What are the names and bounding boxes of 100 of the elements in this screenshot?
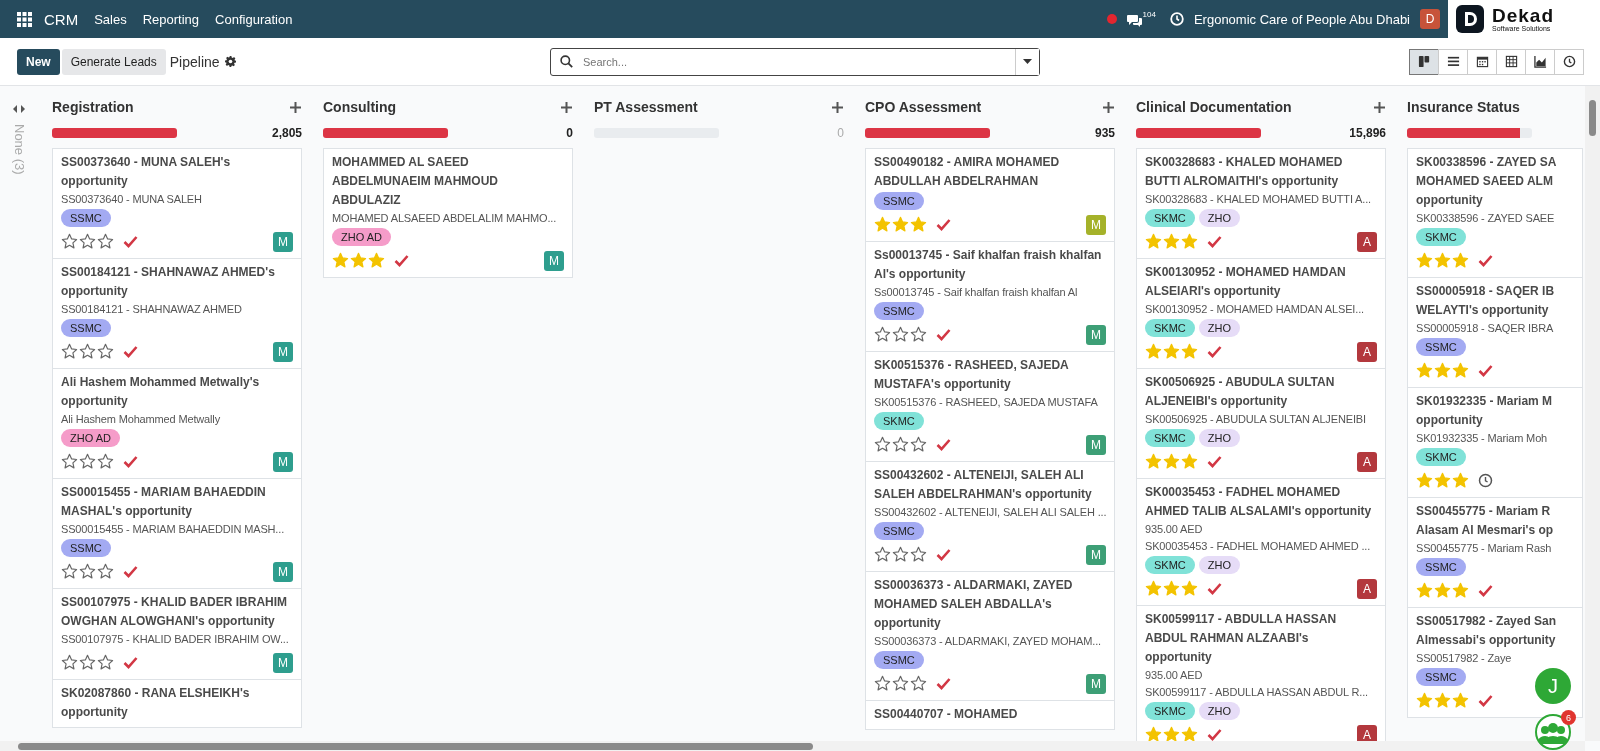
- status-dot-icon[interactable]: [1106, 14, 1117, 24]
- expand-toggle-icon[interactable]: [13, 104, 25, 114]
- company-name[interactable]: Ergonomic Care of People Abu Dhabi: [1193, 11, 1410, 27]
- view-switch-button[interactable]: [1438, 48, 1468, 75]
- settings-icon[interactable]: [224, 56, 236, 67]
- star-rating[interactable]: [1145, 233, 1198, 250]
- star-rating[interactable]: [1145, 580, 1198, 597]
- check-icon[interactable]: [936, 677, 951, 690]
- check-icon[interactable]: [936, 438, 951, 451]
- kanban-card[interactable]: SK00328683 - KHALED MOHAMED BUTTI ALROMAITHI's opportunity SK00328683 - KHALED MOHAMED BUTTI A... SKMC ZHO A: [1136, 148, 1386, 259]
- check-icon[interactable]: [1478, 254, 1493, 267]
- kanban-card[interactable]: SS00440707 - MOHAMED: [865, 701, 1115, 730]
- check-icon[interactable]: [123, 656, 138, 669]
- new-button[interactable]: New: [17, 48, 60, 75]
- user-avatar[interactable]: D: [1420, 9, 1440, 29]
- horizontal-scrollbar[interactable]: [0, 741, 1585, 751]
- apps-menu-icon[interactable]: [17, 11, 32, 27]
- add-icon[interactable]: [561, 101, 572, 113]
- check-icon[interactable]: [394, 254, 409, 267]
- view-switch-button[interactable]: [1554, 48, 1584, 75]
- star-rating[interactable]: [874, 546, 927, 563]
- kanban-card[interactable]: SS00005918 - SAQER IB WELAYTI's opportunity SS00005918 - SAQER IBRA SSMC: [1407, 278, 1583, 388]
- star-rating[interactable]: [874, 675, 927, 692]
- check-icon[interactable]: [1207, 582, 1222, 595]
- search-bar[interactable]: Search...: [550, 47, 1040, 76]
- check-icon[interactable]: [1478, 694, 1493, 707]
- check-icon[interactable]: [936, 218, 951, 231]
- chat-icon[interactable]: [1126, 14, 1142, 28]
- star-rating[interactable]: [1416, 362, 1469, 379]
- view-switch-button[interactable]: [1467, 48, 1497, 75]
- user-avatar[interactable]: A: [1357, 578, 1377, 599]
- star-rating[interactable]: [61, 654, 114, 671]
- star-rating[interactable]: [874, 436, 927, 453]
- clock-icon[interactable]: [1478, 473, 1493, 488]
- check-icon[interactable]: [123, 565, 138, 578]
- star-rating[interactable]: [1416, 472, 1469, 489]
- vertical-scrollbar[interactable]: [1585, 86, 1600, 741]
- kanban-card[interactable]: SK00515376 - RASHEED, SAJEDA MUSTAFA's opportunity SK00515376 - RASHEED, SAJEDA MUSTAFA SKMC M: [865, 352, 1115, 462]
- user-avatar[interactable]: A: [1357, 231, 1377, 252]
- star-rating[interactable]: [61, 563, 114, 580]
- star-rating[interactable]: [61, 453, 114, 470]
- kanban-card[interactable]: SK00599117 - ABDULLA HASSAN ABDUL RAHMAN ALZAABI's opportunity 935.00 AED SK00599117 - ABDULLA HASSAN ABDUL R... SKMC ZHO A: [1136, 606, 1386, 741]
- kanban-card[interactable]: SS00432602 - ALTENEIJI, SALEH ALI SALEH ABDELRAHMAN's opportunity SS00432602 - ALTENEIJI, SALEH ALI SALEH ... SSMC M: [865, 462, 1115, 572]
- progress-bar[interactable]: [1407, 128, 1532, 138]
- star-rating[interactable]: [874, 216, 927, 233]
- check-icon[interactable]: [1207, 235, 1222, 248]
- kanban-card[interactable]: Ss00013745 - Saif khalfan fraish khalfan Al's opportunity Ss00013745 - Saif khalfan fraish khalfan Al SSMC M: [865, 242, 1115, 352]
- user-avatar[interactable]: A: [1357, 451, 1377, 472]
- star-rating[interactable]: [1416, 582, 1469, 599]
- menu-item[interactable]: Configuration: [215, 11, 293, 27]
- kanban-card[interactable]: SS00455775 - Mariam R Alasam Al Mesmari's op SS00455775 - Mariam Rash SSMC: [1407, 498, 1583, 608]
- menu-item[interactable]: Reporting: [142, 11, 200, 27]
- generate-leads-button[interactable]: Generate Leads: [61, 48, 166, 75]
- user-avatar[interactable]: A: [1357, 341, 1377, 362]
- add-icon[interactable]: [832, 101, 843, 113]
- check-icon[interactable]: [1207, 455, 1222, 468]
- kanban-card[interactable]: SK02087860 - RANA ELSHEIKH's opportunity: [52, 680, 302, 728]
- kanban-card[interactable]: SK01932335 - Mariam M opportunity SK01932335 - Mariam Moh SKMC: [1407, 388, 1583, 498]
- check-icon[interactable]: [1207, 728, 1222, 741]
- kanban-card[interactable]: MOHAMMED AL SAEED ABDELMUNAEIM MAHMOUD ABDULAZIZ MOHAMED ALSAEED ABDELALIM MAHMO... ZHO AD M: [323, 148, 573, 278]
- kanban-card[interactable]: SK00338596 - ZAYED SA MOHAMED SAEED ALM opportunity SK00338596 - ZAYED SAEE SKMC: [1407, 148, 1583, 278]
- kanban-card[interactable]: SS00107975 - KHALID BADER IBRAHIM OWGHAN ALOWGHANI's opportunity SS00107975 - KHALID BADER IBRAHIM OW... M: [52, 589, 302, 680]
- star-rating[interactable]: [61, 233, 114, 250]
- star-rating[interactable]: [1145, 726, 1198, 741]
- check-icon[interactable]: [123, 345, 138, 358]
- kanban-card[interactable]: SS00490182 - AMIRA MOHAMED ABDULLAH ABDELRAHMAN SSMC M: [865, 148, 1115, 242]
- search-input[interactable]: Search...: [581, 54, 1015, 69]
- star-rating[interactable]: [1145, 343, 1198, 360]
- kanban-card[interactable]: SS00015455 - MARIAM BAHAEDDIN MASHAL's opportunity SS00015455 - MARIAM BAHAEDDIN MASH... SSMC M: [52, 479, 302, 589]
- star-rating[interactable]: [1416, 252, 1469, 269]
- star-rating[interactable]: [332, 252, 385, 269]
- star-rating[interactable]: [1145, 453, 1198, 470]
- app-title[interactable]: CRM: [44, 10, 79, 28]
- check-icon[interactable]: [1207, 345, 1222, 358]
- check-icon[interactable]: [1478, 364, 1493, 377]
- check-icon[interactable]: [123, 235, 138, 248]
- check-icon[interactable]: [1478, 584, 1493, 597]
- star-rating[interactable]: [874, 326, 927, 343]
- add-icon[interactable]: [1103, 101, 1114, 113]
- view-switch-button[interactable]: [1525, 48, 1555, 75]
- check-icon[interactable]: [936, 328, 951, 341]
- add-icon[interactable]: [1374, 101, 1385, 113]
- kanban-card[interactable]: SS00184121 - SHAHNAWAZ AHMED's opportunity SS00184121 - SHAHNAWAZ AHMED SSMC M: [52, 259, 302, 369]
- star-rating[interactable]: [1416, 692, 1469, 709]
- kanban-card[interactable]: SS00373640 - MUNA SALEH's opportunity SS00373640 - MUNA SALEH SSMC M: [52, 148, 302, 259]
- kanban-card[interactable]: SS00036373 - ALDARMAKI, ZAYED MOHAMED SALEH ABDALLA's opportunity SS00036373 - ALDARMAKI, ZAYED MOHAM... SSMC M: [865, 572, 1115, 701]
- group-chat-icon[interactable]: [1535, 714, 1571, 750]
- menu-item[interactable]: Sales: [94, 11, 127, 27]
- check-icon[interactable]: [123, 455, 138, 468]
- kanban-card[interactable]: Ali Hashem Mohammed Metwally's opportunity Ali Hashem Mohammed Metwally ZHO AD M: [52, 369, 302, 479]
- add-icon[interactable]: [290, 101, 301, 113]
- user-avatar[interactable]: A: [1357, 724, 1377, 741]
- kanban-card[interactable]: SK00035453 - FADHEL MOHAMED AHMED TALIB ALSALAMI's opportunity 935.00 AED SK00035453 - FADHEL MOHAMED AHMED ... SKMC ZHO A: [1136, 479, 1386, 606]
- star-rating[interactable]: [61, 343, 114, 360]
- search-dropdown-toggle[interactable]: [1015, 48, 1039, 75]
- view-switch-button[interactable]: [1409, 48, 1439, 75]
- kanban-card[interactable]: SK00130952 - MOHAMED HAMDAN ALSEIARI's opportunity SK00130952 - MOHAMED HAMDAN ALSEI... SKMC ZHO A: [1136, 259, 1386, 369]
- view-switch-button[interactable]: [1496, 48, 1526, 75]
- kanban-card[interactable]: SK00506925 - ABUDULA SULTAN ALJENEIBI's opportunity SK00506925 - ABUDULA SULTAN ALJENEIBI SKMC ZHO A: [1136, 369, 1386, 479]
- check-icon[interactable]: [936, 548, 951, 561]
